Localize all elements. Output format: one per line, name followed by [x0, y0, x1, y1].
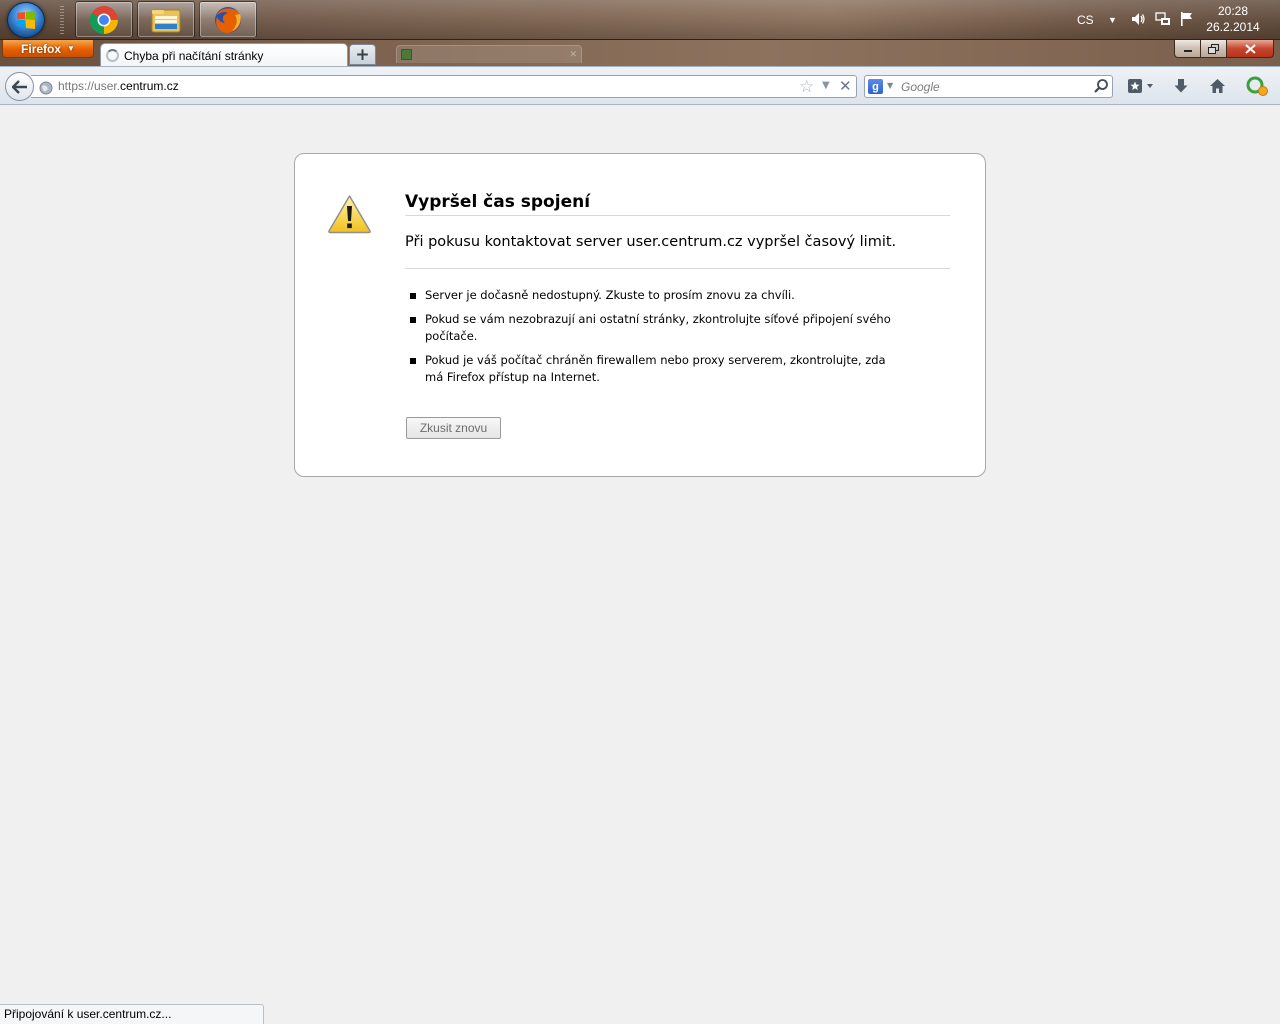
language-indicator[interactable]: CS — [1077, 0, 1094, 40]
downloads-icon[interactable] — [1173, 78, 1189, 94]
list-item: Server je dočasně nedostupný. Zkuste to … — [410, 287, 900, 304]
navigation-toolbar: https://user.centrum.cz ☆ ▼ ✕ g ▼ Google — [0, 66, 1280, 105]
list-item: Pokud je váš počítač chráněn firewallem … — [410, 352, 900, 386]
search-input[interactable]: Google — [901, 80, 940, 94]
clock-time: 20:28 — [1217, 4, 1249, 18]
chrome-icon — [89, 5, 118, 34]
windows-logo-icon — [17, 11, 35, 29]
tab-strip: Firefox ▼ Chyba při načítání stránky + ✕ — [0, 40, 1280, 67]
firefox-icon — [215, 6, 241, 33]
error-title: Vypršel čas spojení — [405, 192, 950, 216]
start-button[interactable] — [7, 2, 45, 38]
site-favicon-icon — [401, 49, 412, 60]
tab-active[interactable]: Chyba při načítání stránky — [100, 43, 348, 67]
bullet-icon — [410, 293, 416, 299]
explorer-icon — [151, 9, 181, 32]
bullet-icon — [410, 358, 416, 364]
divider — [405, 268, 950, 269]
list-item-text: Pokud je váš počítač chráněn firewallem … — [425, 353, 886, 384]
url-scheme: https://user. — [58, 79, 121, 93]
chevron-down-icon: ▼ — [67, 44, 75, 53]
warning-icon — [328, 195, 371, 234]
chevron-down-icon: ▼ — [1108, 15, 1117, 25]
list-item: Pokud se vám nezobrazují ani ostatní str… — [410, 311, 900, 345]
firefox-menu-label: Firefox — [21, 41, 62, 56]
addon-extension-icon[interactable] — [1246, 76, 1268, 96]
taskbar-grip[interactable] — [60, 6, 64, 34]
home-icon[interactable] — [1209, 78, 1226, 94]
close-window-button[interactable] — [1227, 40, 1274, 58]
taskbar-firefox-button[interactable] — [199, 1, 257, 38]
show-hidden-icons-button[interactable]: ▼ — [1108, 0, 1117, 40]
tab-background[interactable]: ✕ — [396, 45, 582, 63]
url-bar[interactable]: https://user.centrum.cz ☆ ▼ ✕ — [31, 75, 857, 98]
list-item-text: Server je dočasně nedostupný. Zkuste to … — [425, 288, 795, 302]
search-icon[interactable] — [1093, 78, 1109, 94]
search-bar[interactable]: g ▼ Google — [864, 75, 1113, 98]
stop-loading-icon[interactable]: ✕ — [839, 77, 852, 95]
chevron-down-icon[interactable]: ▼ — [887, 81, 893, 90]
close-icon — [1244, 43, 1256, 54]
network-icon[interactable] — [1155, 11, 1171, 27]
try-again-button[interactable]: Zkusit znovu — [406, 417, 501, 439]
error-short-description: Při pokusu kontaktovat server user.centr… — [405, 234, 897, 250]
taskbar-explorer-button[interactable] — [137, 1, 195, 38]
google-engine-icon[interactable]: g — [868, 79, 883, 94]
error-suggestions-list: Server je dočasně nedostupný. Zkuste to … — [410, 287, 900, 393]
window-controls — [1174, 40, 1274, 58]
action-center-flag-icon[interactable] — [1179, 11, 1195, 27]
back-arrow-icon — [11, 79, 27, 94]
new-tab-button[interactable]: + — [349, 44, 376, 65]
site-identity-globe-icon[interactable] — [39, 81, 53, 95]
error-page-container: Vypršel čas spojení Při pokusu kontaktov… — [294, 153, 986, 477]
system-clock[interactable]: 20:28 26.2.2014 — [1200, 3, 1266, 35]
back-button[interactable] — [5, 72, 34, 101]
restore-icon — [1208, 43, 1219, 54]
loading-spinner-icon — [106, 49, 119, 62]
bullet-icon — [410, 317, 416, 323]
clock-date: 26.2.2014 — [1206, 20, 1260, 34]
status-bar: Připojování k user.centrum.cz... — [0, 1004, 264, 1024]
bookmark-star-icon[interactable]: ☆ — [799, 77, 814, 97]
taskbar-chrome-button[interactable] — [75, 1, 133, 38]
url-text[interactable]: https://user.centrum.cz — [58, 79, 179, 93]
minimize-icon — [1183, 49, 1192, 52]
restore-button[interactable] — [1201, 40, 1227, 58]
volume-icon[interactable] — [1130, 11, 1146, 27]
url-host: centrum.cz — [120, 79, 179, 93]
windows-taskbar: CS ▼ 20:28 26.2.2014 — [0, 0, 1280, 40]
close-tab-icon[interactable]: ✕ — [569, 50, 577, 60]
plus-icon: + — [355, 44, 370, 65]
url-history-dropdown-icon[interactable]: ▼ — [822, 80, 830, 91]
bookmarks-menu-icon[interactable] — [1127, 78, 1157, 94]
minimize-button[interactable] — [1174, 40, 1201, 58]
firefox-menu-button[interactable]: Firefox ▼ — [2, 40, 94, 58]
tab-title: Chyba při načítání stránky — [124, 48, 264, 63]
list-item-text: Pokud se vám nezobrazují ani ostatní str… — [425, 312, 891, 343]
